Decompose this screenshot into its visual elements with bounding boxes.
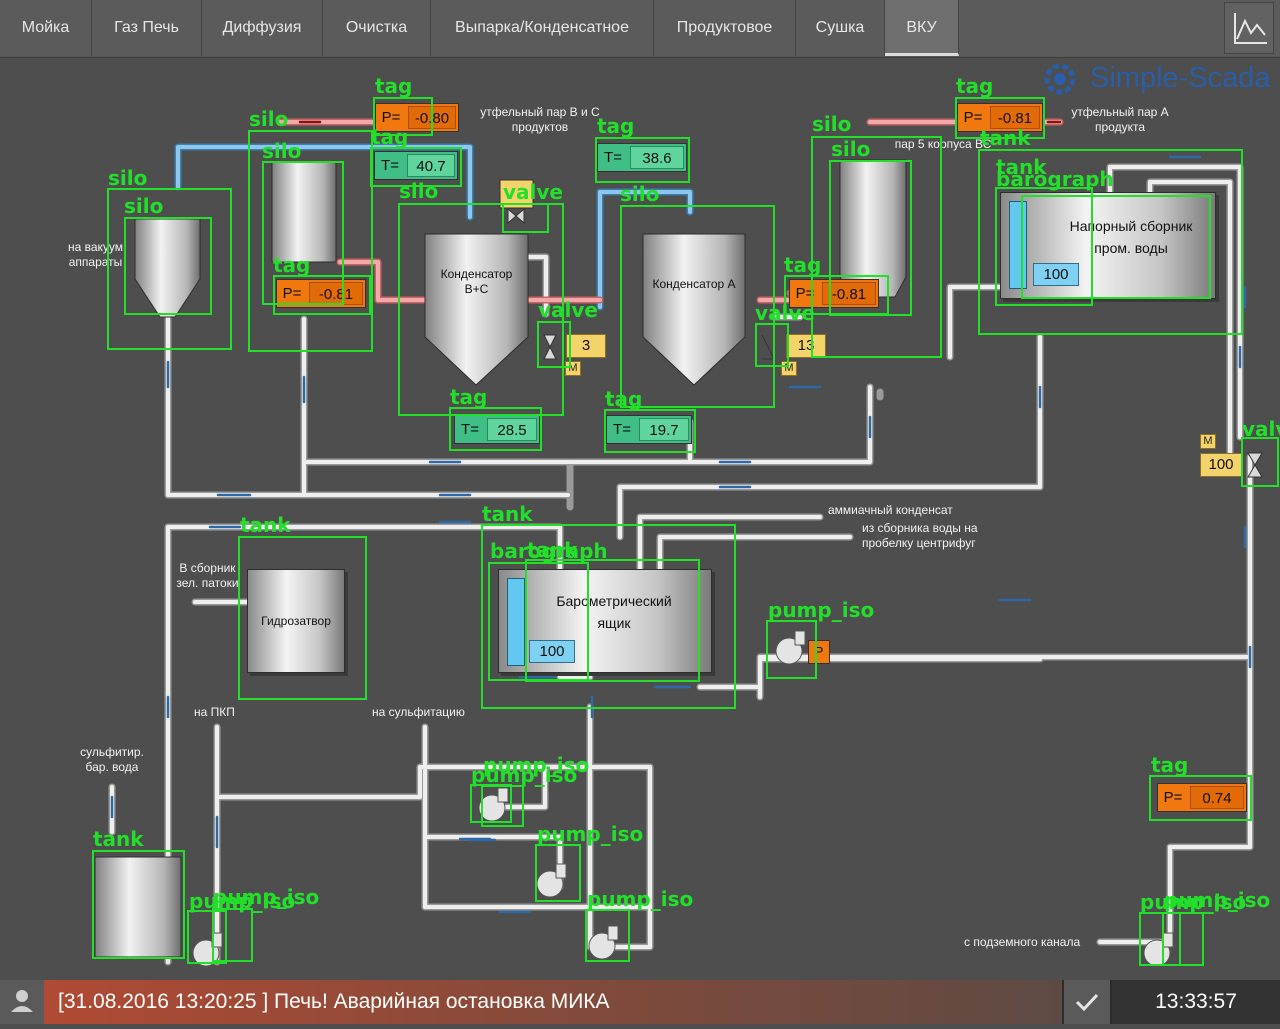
tag-t3[interactable]: T= 28.5 [454,415,540,444]
alarm-message[interactable]: [31.08.2016 13:20:25 ] Печь! Аварийная о… [44,980,1062,1024]
overlay-label: silo [831,137,871,161]
overlay-label: silo [108,166,148,190]
valve-2-mode: M [781,361,797,376]
overlay-label: silo [124,194,164,218]
user-button[interactable] [0,980,44,1024]
label-to-pkp: на ПКП [194,705,235,719]
overlay-label: valve [503,180,563,204]
overlay-label: tag [956,74,994,98]
barometric-box[interactable]: Барометрический ящик 100 [498,569,712,673]
overlay-label: silo [620,182,660,206]
tank-level-bar [1009,201,1027,289]
label-steam-a: утфельный пар А продукта [1071,105,1169,134]
barometric-level: 100 [529,640,575,663]
hydro-seal[interactable]: Гидрозатвор [247,569,345,673]
overlay-label: tank [240,513,291,537]
overlay-label: silo [812,112,852,136]
check-icon [1075,993,1099,1012]
overlay-label: tag [375,74,413,98]
tab-vku[interactable]: ВКУ [885,0,959,56]
tag-t4[interactable]: T= 19.7 [606,415,692,444]
overlay-label: tank [482,502,533,526]
tab-cleaning[interactable]: Очистка [323,0,431,56]
overlay-label: pump_iso [483,753,590,777]
pump-mode-badge: P [808,640,830,664]
overlay-label: valve [1242,417,1280,441]
overlay-label: pump_iso [1164,888,1271,912]
label-steam-bc: утфельный пар В и С продуктов [480,105,600,134]
tag-p3[interactable]: P= -0.81 [276,279,366,308]
valve-3-position[interactable]: 100 [1200,453,1242,477]
tab-bar: Мойка Газ Печь Диффузия Очистка Выпарка/… [0,0,1280,58]
overlay-label: silo [262,139,302,163]
overlay-label: tag [1151,753,1189,777]
overlay-label: tag [450,385,488,409]
tab-diffusion[interactable]: Диффузия [202,0,323,56]
overlay-label: pump_iso [537,822,644,846]
pressure-tank-level: 100 [1033,263,1079,286]
overlay-label: valve [538,298,598,322]
tab-evaporation[interactable]: Выпарка/Конденсатное [431,0,654,56]
overlay-label: valve [755,301,815,325]
pressure-tank-label: Напорный сборник пром. воды [1069,218,1193,256]
overlay-label: barograph [996,167,1114,191]
overlay-label: pump_iso [768,598,875,622]
tag-t1[interactable]: T= 40.7 [374,151,458,180]
chart-icon [1234,13,1267,44]
label-underground: с подземного канала [964,935,1081,949]
overlay-label: tag [371,125,409,149]
condenser-a-label: Конденсатор А [652,277,736,291]
label-vacuum: на вакуум аппараты [67,240,124,269]
overlay-label: tag [784,253,822,277]
overlay-label: tag [273,253,311,277]
barometric-label: Барометрический ящик [556,593,672,631]
overlay-label: tank [527,538,578,562]
user-icon [11,990,33,1012]
tab-moika[interactable]: Мойка [0,0,92,56]
overlay-label: tag [597,114,635,138]
barometric-level-bar [507,578,525,666]
overlay-label: silo [399,179,439,203]
overlay-label: pump_iso [213,885,320,909]
label-green-molasses: В сборник зел. патоки [176,561,239,590]
label-from-water: из сборника воды на пробелку центрифуг [862,521,978,550]
label-to-sulf: на сульфитацию [372,705,465,719]
valve-1-position[interactable]: 3 [566,334,606,358]
process-diagram: на вакуум аппараты утфельный пар В и С п… [0,57,1280,979]
acknowledge-button[interactable] [1064,980,1110,1024]
valve-1-mode: M [565,361,581,376]
overlay-label: pump_iso [587,887,694,911]
overlay-label: tank [93,827,144,851]
label-sulf-water: сульфитир. бар. вода [80,745,144,774]
overlay-label: silo [249,107,289,131]
overlay-label: tag [605,387,643,411]
tag-p5[interactable]: P= 0.74 [1157,783,1247,812]
status-bar: [31.08.2016 13:20:25 ] Печь! Аварийная о… [0,980,1280,1024]
hydro-label: Гидрозатвор [261,614,331,628]
label-ammonia: аммиачный конденсат [828,503,953,517]
tab-drying[interactable]: Сушка [796,0,885,56]
clock: 13:33:57 [1112,980,1280,1024]
tab-product[interactable]: Продуктовое [654,0,796,56]
tag-t2[interactable]: T= 38.6 [597,143,687,172]
tab-gas-furnace[interactable]: Газ Печь [92,0,202,56]
valve-3-mode: M [1200,434,1216,449]
trend-button[interactable] [1224,2,1274,54]
overlay-label: tank [980,126,1031,150]
pressure-water-tank[interactable]: Напорный сборник пром. воды 100 [1000,192,1216,299]
valve-2-position[interactable]: 13 [786,334,826,358]
condenser-bc-label: Конденсатор В+С [440,267,513,296]
